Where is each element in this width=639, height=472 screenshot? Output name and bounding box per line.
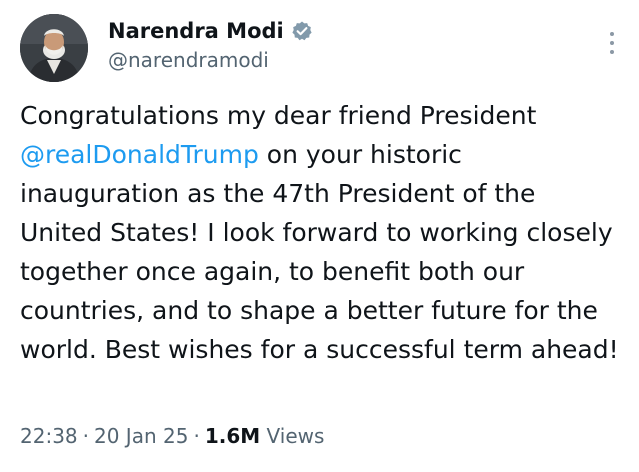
mention-link[interactable]: @realDonaldTrump — [20, 140, 259, 169]
tweet-card: Narendra Modi @narendramodi Congratulati… — [0, 0, 639, 472]
avatar-image — [20, 14, 88, 82]
meta-separator: · — [82, 424, 89, 448]
tweet-text-rest: on your historic inauguration as the 47t… — [20, 140, 619, 364]
tweet-date[interactable]: 20 Jan 25 — [94, 424, 188, 448]
more-options-icon[interactable] — [607, 30, 617, 56]
author-handle[interactable]: @narendramodi — [108, 48, 313, 72]
verified-badge-icon[interactable] — [291, 20, 313, 42]
tweet-time[interactable]: 22:38 — [20, 424, 78, 448]
avatar[interactable] — [20, 14, 88, 82]
author-display-name[interactable]: Narendra Modi — [108, 19, 284, 43]
meta-separator: · — [193, 424, 200, 448]
tweet-meta: 22:38 · 20 Jan 25 · 1.6M Views — [20, 424, 324, 448]
author-info: Narendra Modi @narendramodi — [108, 16, 313, 72]
views-label: Views — [266, 424, 325, 448]
name-row: Narendra Modi — [108, 16, 313, 46]
views-count: 1.6M — [204, 424, 261, 448]
tweet-text: Congratulations my dear friend President… — [20, 96, 620, 369]
tweet-text-start: Congratulations my dear friend President — [20, 101, 537, 130]
